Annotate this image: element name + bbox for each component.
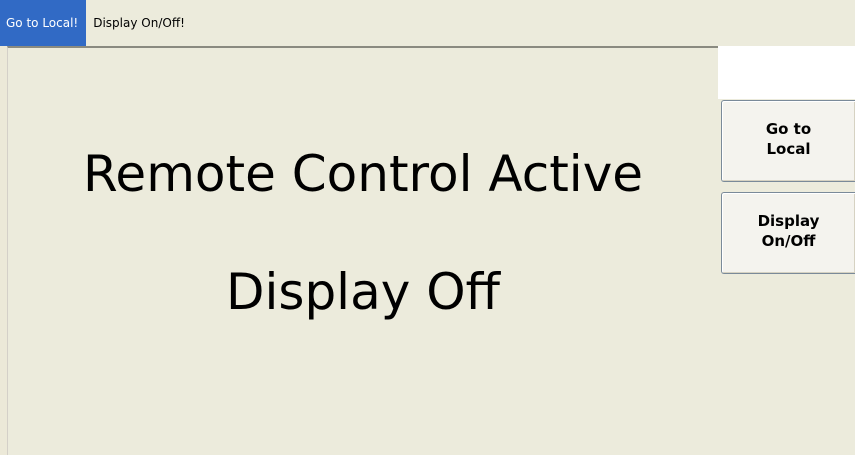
menu-bar: Go to Local! Display On/Off! [0, 0, 855, 46]
menu-item-label: Go to Local! [6, 16, 79, 30]
instrument-screen: Go to Local! Display On/Off! Remote Cont… [0, 0, 855, 455]
softkey-panel: Go to Local Display On/Off [718, 46, 855, 455]
display-on-off-button[interactable]: Display On/Off [721, 192, 855, 274]
softkey-panel-header [718, 46, 855, 99]
go-to-local-button[interactable]: Go to Local [721, 100, 855, 182]
softkey-label: Display On/Off [757, 212, 820, 250]
softkey-label: Go to Local [765, 120, 812, 158]
menu-item-label: Display On/Off! [93, 16, 185, 30]
menu-item-go-to-local[interactable]: Go to Local! [0, 0, 87, 46]
display-off-message: Display Off [226, 263, 500, 321]
menu-item-display-on-off[interactable]: Display On/Off! [86, 0, 192, 46]
remote-control-message: Remote Control Active [82, 145, 644, 203]
remote-status-panel: Remote Control Active Display Off [7, 46, 718, 455]
